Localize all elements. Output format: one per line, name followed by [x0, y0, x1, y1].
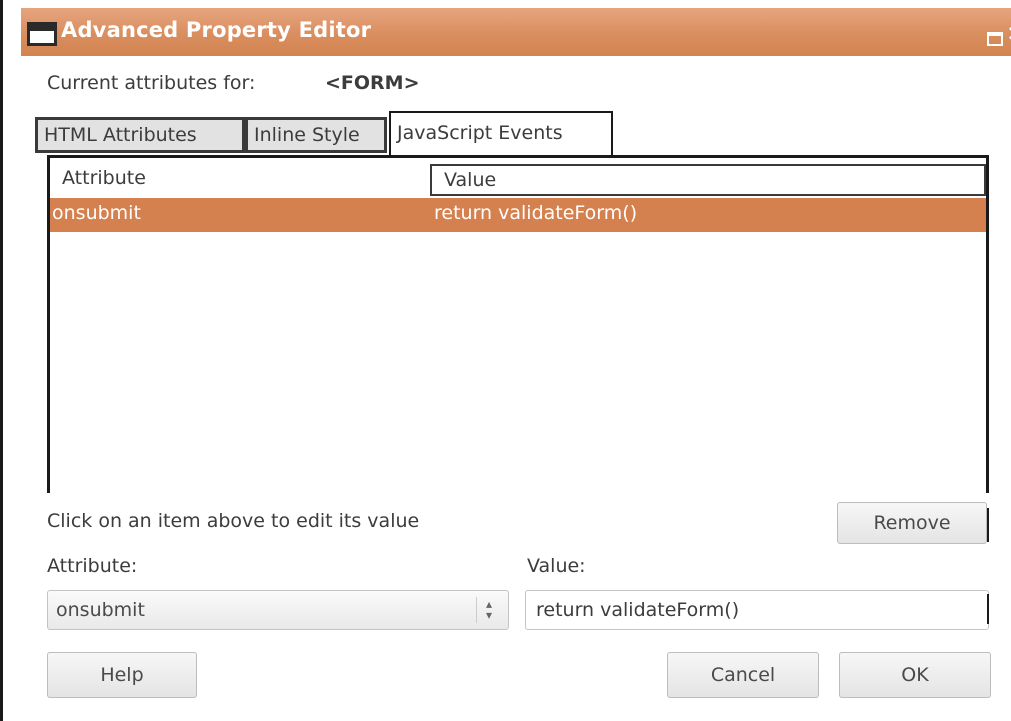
current-attributes-label: Current attributes for: [47, 72, 256, 94]
ok-button[interactable]: OK [839, 652, 991, 698]
tab-html-attributes[interactable]: HTML Attributes [35, 117, 245, 153]
column-header-attribute[interactable]: Attribute [50, 164, 432, 196]
attribute-field-label: Attribute: [47, 555, 138, 577]
advanced-property-editor-dialog: Advanced Property Editor ✖ Current attri… [0, 0, 1011, 721]
remove-button[interactable]: Remove [837, 502, 987, 544]
edge-line [987, 594, 989, 624]
close-icon[interactable]: ✖ [1007, 22, 1011, 46]
column-header-value[interactable]: Value [432, 164, 986, 196]
cancel-button[interactable]: Cancel [667, 652, 819, 698]
tab-inline-style[interactable]: Inline Style [245, 117, 387, 153]
edge-line [987, 508, 989, 542]
table-header: Attribute Value [50, 164, 986, 196]
row-value-cell: return validateForm() [434, 202, 638, 224]
tab-javascript-events[interactable]: JavaScript Events [389, 111, 613, 155]
maximize-icon[interactable] [987, 32, 1003, 46]
edit-hint-text: Click on an item above to edit its value [47, 510, 420, 532]
help-button[interactable]: Help [47, 652, 197, 698]
value-field-label: Value: [527, 555, 586, 577]
spinner-arrows-icon[interactable]: ▴ ▾ [486, 598, 492, 621]
table-row[interactable]: onsubmit return validateForm() [50, 198, 986, 232]
attribute-select[interactable]: onsubmit ▴ ▾ [47, 590, 509, 630]
row-attribute-cell: onsubmit [52, 202, 141, 224]
title-bar[interactable]: Advanced Property Editor ✖ [21, 8, 1011, 56]
attribute-select-value: onsubmit [56, 599, 145, 621]
attributes-table: Attribute Value onsubmit return validate… [47, 155, 989, 493]
current-element-tag: <FORM> [325, 72, 420, 94]
window-icon [27, 22, 57, 46]
value-input[interactable] [525, 590, 989, 630]
window-title: Advanced Property Editor [61, 18, 372, 42]
select-divider [476, 597, 477, 623]
